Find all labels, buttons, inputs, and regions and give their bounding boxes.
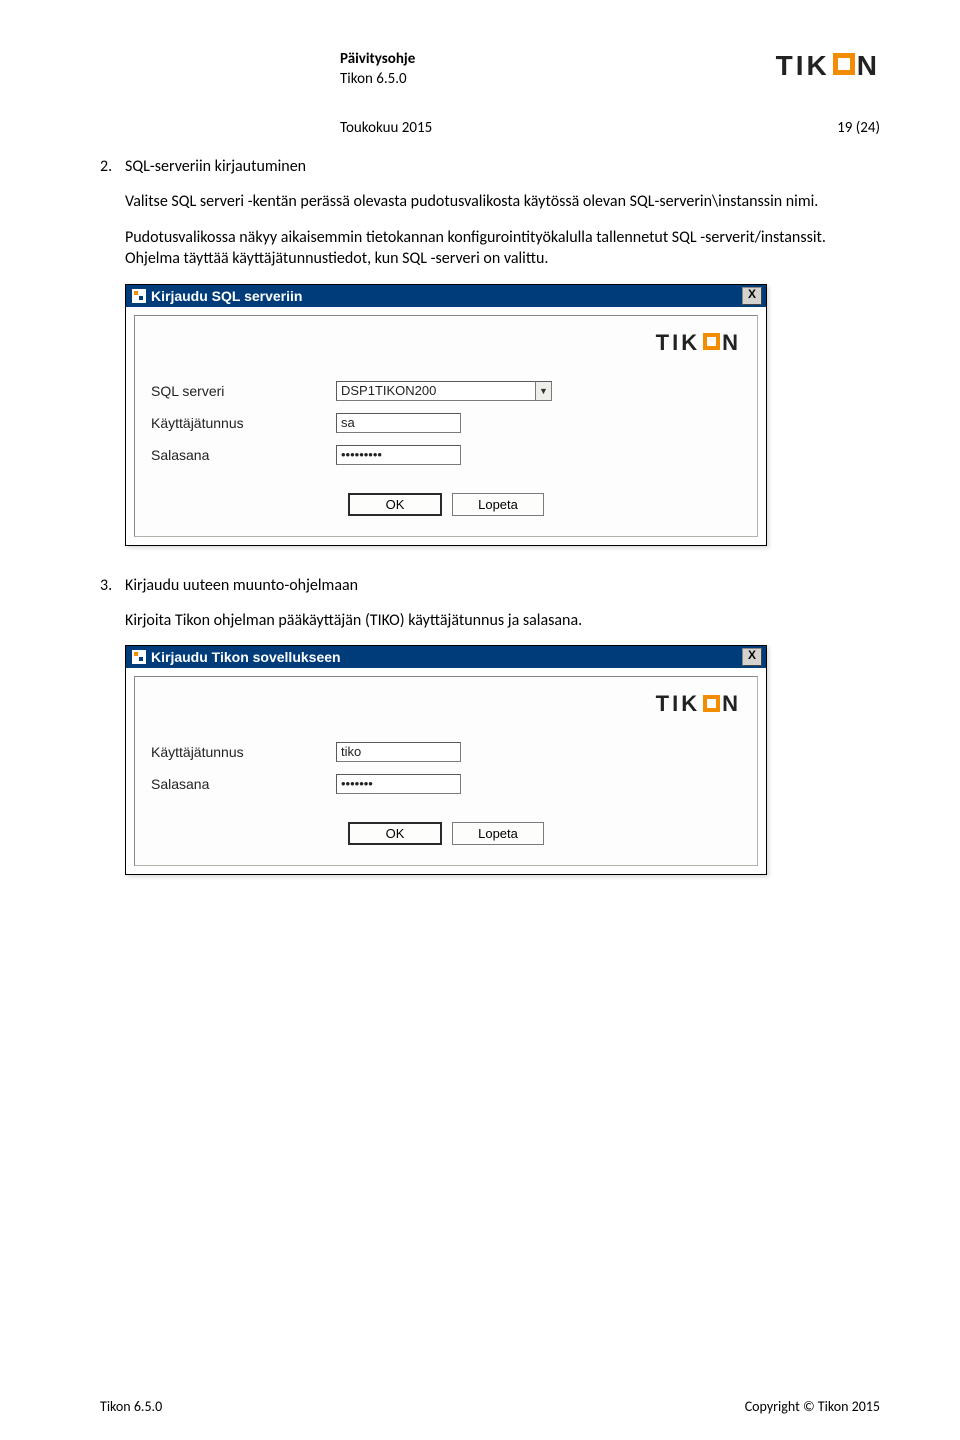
- footer-left: Tikon 6.5.0: [100, 1398, 162, 1415]
- sql-login-dialog: Kirjaudu SQL serveriin X TIKN SQL server…: [125, 284, 767, 546]
- doc-subtitle: Tikon 6.5.0: [340, 70, 415, 90]
- tikon-login-dialog: Kirjaudu Tikon sovellukseen X TIKN Käytt…: [125, 645, 767, 875]
- app-icon: [132, 650, 146, 664]
- ok-button[interactable]: OK: [348, 822, 442, 845]
- username-label: Käyttäjätunnus: [151, 744, 336, 760]
- section-number: 3.: [100, 576, 125, 595]
- password-input[interactable]: •••••••: [336, 774, 461, 794]
- sql-server-select[interactable]: DSP1TIKON200: [336, 381, 536, 401]
- logo-o-icon: [833, 53, 855, 75]
- body-paragraph: Kirjoita Tikon ohjelman pääkäyttäjän (TI…: [125, 610, 880, 632]
- username-input[interactable]: tiko: [336, 742, 461, 762]
- tikon-logo: TIKN: [151, 691, 741, 717]
- dialog-title: Kirjaudu SQL serveriin: [151, 288, 302, 304]
- close-button[interactable]: X: [742, 648, 762, 666]
- ok-button[interactable]: OK: [348, 493, 442, 516]
- cancel-button[interactable]: Lopeta: [452, 822, 544, 845]
- tikon-logo: TIKN: [151, 330, 741, 356]
- chevron-down-icon[interactable]: ▼: [536, 381, 552, 401]
- password-label: Salasana: [151, 776, 336, 792]
- body-paragraph: Valitse SQL serveri -kentän perässä olev…: [125, 191, 880, 213]
- page-number: 19 (24): [837, 119, 880, 137]
- dialog-title: Kirjaudu Tikon sovellukseen: [151, 649, 341, 665]
- tikon-logo: TIKN: [776, 50, 880, 82]
- section-title: SQL-serveriin kirjautuminen: [125, 157, 306, 176]
- close-button[interactable]: X: [742, 287, 762, 305]
- sql-server-label: SQL serveri: [151, 383, 336, 399]
- doc-header-text: Päivitysohje Tikon 6.5.0: [340, 50, 415, 89]
- password-input[interactable]: •••••••••: [336, 445, 461, 465]
- logo-o-icon: [703, 695, 720, 712]
- cancel-button[interactable]: Lopeta: [452, 493, 544, 516]
- username-input[interactable]: sa: [336, 413, 461, 433]
- date-text: Toukokuu 2015: [340, 119, 432, 137]
- doc-title: Päivitysohje: [340, 50, 415, 70]
- logo-o-icon: [703, 333, 720, 350]
- body-paragraph: Pudotusvalikossa näkyy aikaisemmin tieto…: [125, 227, 880, 270]
- footer-right: Copyright © Tikon 2015: [745, 1398, 880, 1415]
- username-label: Käyttäjätunnus: [151, 415, 336, 431]
- app-icon: [132, 289, 146, 303]
- section-title: Kirjaudu uuteen muunto-ohjelmaan: [125, 576, 358, 595]
- password-label: Salasana: [151, 447, 336, 463]
- section-number: 2.: [100, 157, 125, 176]
